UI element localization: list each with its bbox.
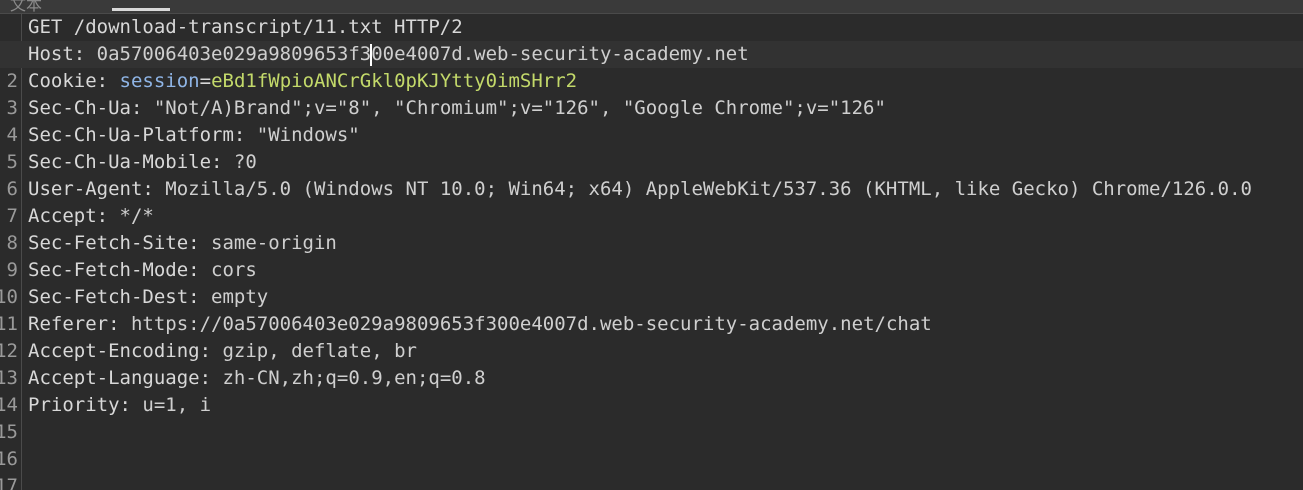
header-name: Accept-Language (28, 367, 200, 389)
header-value: zh-CN,zh;q=0.9,en;q=0.8 (222, 367, 486, 389)
header-value: ?0 (233, 151, 257, 173)
header-value: u=1, i (142, 394, 212, 416)
header-name: Cookie (28, 70, 97, 92)
header-name: Sec-Ch-Ua-Platform (28, 124, 234, 146)
cookie-value: eBd1fWpioANCrGkl0pKJYtty0imSHrr2 (211, 70, 578, 92)
header-line[interactable]: 6 Sec-Ch-Ua-Mobile: ?0 (0, 149, 1303, 200)
header-name: Priority (28, 394, 120, 416)
header-line[interactable]: 11 Sec-Fetch-Dest: empty (0, 284, 1303, 335)
cookie-name: session (119, 70, 200, 92)
header-line-cookie[interactable]: 3 Cookie: session=eBd1fWpioANCrGkl0pKJYt… (0, 68, 1303, 119)
header-name: Sec-Fetch-Mode (28, 259, 189, 281)
request-text[interactable]: 1 GET /download-transcript/11.txt HTTP/2… (0, 14, 1303, 490)
empty-line[interactable]: 17 (0, 446, 1303, 490)
header-value: Mozilla/5.0 (Windows NT 10.0; Win64; x64… (165, 178, 1252, 200)
header-name: Sec-Fetch-Dest (28, 286, 189, 308)
header-name: Sec-Fetch-Site (28, 232, 189, 254)
header-name: Host (28, 43, 74, 65)
request-editor[interactable]: 文本 1 GET /download-transcript/11.txt HTT… (0, 0, 1303, 490)
header-line[interactable]: 15 Priority: u=1, i (0, 392, 1303, 443)
header-line[interactable]: 14 Accept-Language: zh-CN,zh;q=0.9,en;q=… (0, 365, 1303, 416)
active-tab-indicator (112, 8, 170, 11)
header-value: "Windows" (256, 124, 360, 146)
header-name: Accept (28, 205, 97, 227)
header-name: User-Agent (28, 178, 143, 200)
header-line[interactable]: 12 Referer: https://0a57006403e029a98096… (0, 311, 1303, 362)
editor-tab-bar: 文本 (0, 0, 1303, 14)
header-value: gzip, deflate, br (222, 340, 417, 362)
header-line[interactable]: 5 Sec-Ch-Ua-Platform: "Windows" (0, 122, 1303, 173)
header-value-part: 0a57006403e029a9809653f3 (96, 43, 372, 65)
header-value: */* (119, 205, 154, 227)
empty-line[interactable]: 16 (0, 419, 1303, 470)
header-name: Sec-Ch-Ua (28, 97, 131, 119)
header-line-host[interactable]: 2 Host: 0a57006403e029a9809653f300e4007d… (0, 41, 1303, 92)
header-value-part: 00e4007d.web-security-academy.net (371, 43, 749, 65)
header-line[interactable]: 8 Accept: */* (0, 203, 1303, 254)
request-line[interactable]: 1 GET /download-transcript/11.txt HTTP/2 (0, 14, 1303, 65)
header-line[interactable]: 4 Sec-Ch-Ua: "Not/A)Brand";v="8", "Chrom… (0, 95, 1303, 146)
request-line-text: GET /download-transcript/11.txt HTTP/2 (28, 16, 463, 38)
header-line[interactable]: 10 Sec-Fetch-Mode: cors (0, 257, 1303, 308)
header-line[interactable]: 13 Accept-Encoding: gzip, deflate, br (0, 338, 1303, 389)
header-value: "Not/A)Brand";v="8", "Chromium";v="126",… (153, 97, 886, 119)
header-name: Accept-Encoding (28, 340, 200, 362)
header-value: cors (211, 259, 257, 281)
header-name: Referer (28, 313, 109, 335)
line-number: 17 (0, 475, 18, 490)
header-value: https://0a57006403e029a9809653f300e4007d… (130, 313, 932, 335)
header-value: empty (211, 286, 269, 308)
header-value: same-origin (211, 232, 337, 254)
header-line[interactable]: 7 User-Agent: Mozilla/5.0 (Windows NT 10… (0, 176, 1303, 227)
header-name: Sec-Ch-Ua-Mobile (28, 151, 212, 173)
tab-label[interactable]: 文本 (10, 0, 42, 13)
header-line[interactable]: 9 Sec-Fetch-Site: same-origin (0, 230, 1303, 281)
